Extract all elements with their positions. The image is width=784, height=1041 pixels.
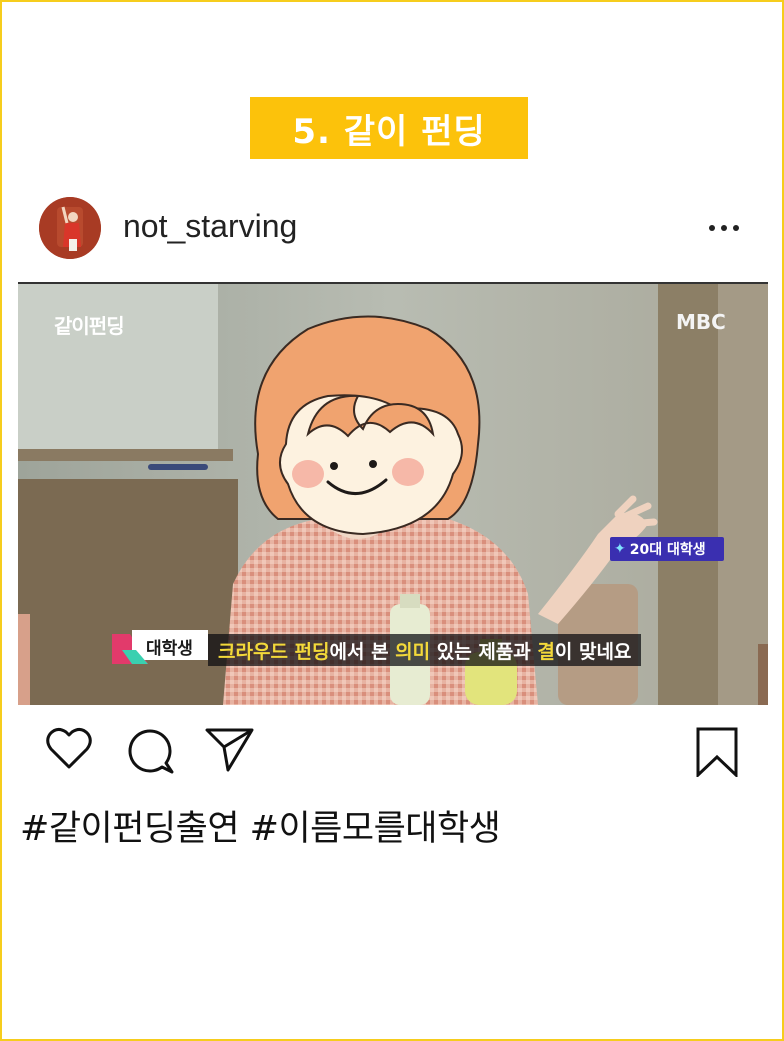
speaker-badge-label: 20대 대학생	[629, 542, 706, 558]
speaker-badge: ✦ 20대 대학생	[610, 537, 724, 561]
post-hashtags[interactable]: #같이펀딩출연 #이름모를대학생	[20, 800, 501, 851]
subtitle-part-4: 있는 제품과	[430, 640, 538, 663]
program-logo: 같이펀딩	[54, 314, 125, 338]
post-image[interactable]: 같이펀딩 MBC ✦ 20대 대학생 대학생 크라우드 펀딩 에서 본 의미 있…	[18, 282, 768, 705]
avatar-illustration	[39, 197, 101, 259]
more-icon[interactable]	[706, 218, 742, 238]
post-username[interactable]: not_starving	[123, 208, 297, 245]
sparkle-icon: ✦	[614, 541, 626, 557]
caption-tag-label: 대학생	[146, 639, 193, 659]
bookmark-icon[interactable]	[694, 727, 740, 781]
caption-tag: 대학생	[112, 630, 208, 664]
subtitle-part-5: 결	[537, 640, 555, 663]
heart-icon[interactable]	[44, 725, 94, 777]
subtitle-part-3: 의미	[395, 640, 431, 663]
channel-logo: MBC	[676, 310, 726, 334]
post-action-bar	[0, 725, 784, 781]
subtitle-part-1: 크라우드 펀딩	[218, 640, 330, 663]
subtitle-part-6: 이 맞네요	[554, 640, 632, 663]
subtitle-bar: 크라우드 펀딩 에서 본 의미 있는 제품과 결 이 맞네요	[208, 634, 642, 666]
avatar[interactable]	[39, 197, 101, 259]
section-title-banner: 5. 같이 펀딩	[250, 97, 528, 159]
share-icon[interactable]	[204, 725, 256, 779]
comment-icon[interactable]	[126, 725, 176, 779]
subtitle-part-2: 에서 본	[329, 640, 396, 663]
